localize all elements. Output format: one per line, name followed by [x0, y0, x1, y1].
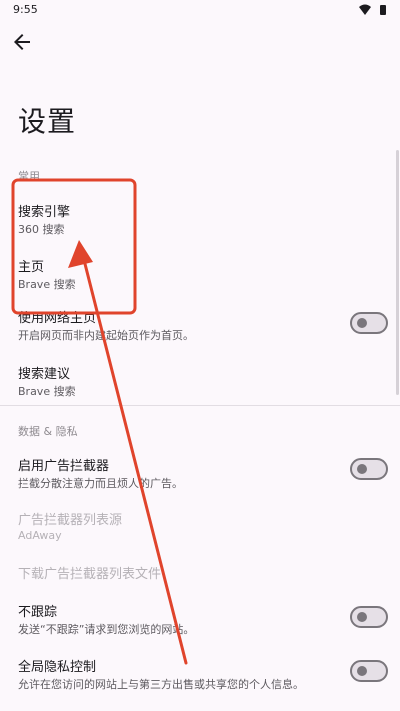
page-title: 设置: [18, 105, 77, 138]
setting-subtitle: 发送“不跟踪”请求到您浏览的网站。: [18, 623, 195, 636]
setting-subtitle: AdAway: [18, 529, 62, 542]
battery-icon: [380, 5, 386, 15]
setting-title: 不跟踪: [18, 605, 58, 620]
setting-use-web-homepage[interactable]: 使用网络主页 开启网页而非内建起始页作为首页。: [0, 307, 400, 343]
setting-title: 下载广告拦截器列表文件: [18, 567, 162, 582]
setting-title: 全局隐私控制: [18, 660, 97, 675]
setting-search-engine[interactable]: 搜索引擎 360 搜索: [0, 201, 400, 237]
use-web-homepage-toggle[interactable]: [350, 312, 388, 334]
status-bar: 9:55: [0, 0, 400, 22]
do-not-track-toggle[interactable]: [350, 606, 388, 628]
toggle-knob: [357, 612, 367, 622]
setting-ad-blocker[interactable]: 启用广告拦截器 拦截分散注意力而且烦人的广告。: [0, 455, 400, 491]
setting-homepage[interactable]: 主页 Brave 搜索: [0, 256, 400, 292]
wifi-icon: [359, 4, 371, 15]
status-icons: [359, 4, 386, 15]
toggle-knob: [357, 464, 367, 474]
setting-title: 主页: [18, 260, 45, 275]
setting-title: 启用广告拦截器: [18, 459, 110, 474]
section-header-general: 常用: [18, 170, 40, 183]
setting-subtitle: 360 搜索: [18, 223, 65, 236]
setting-subtitle: 开启网页而非内建起始页作为首页。: [18, 329, 194, 342]
setting-title: 广告拦截器列表源: [18, 513, 123, 528]
setting-subtitle: 拦截分散注意力而且烦人的广告。: [18, 477, 183, 490]
setting-do-not-track[interactable]: 不跟踪 发送“不跟踪”请求到您浏览的网站。: [0, 601, 400, 637]
setting-search-suggestions[interactable]: 搜索建议 Brave 搜索: [0, 363, 400, 399]
toggle-knob: [357, 666, 367, 676]
global-privacy-toggle[interactable]: [350, 660, 388, 682]
section-divider: [0, 405, 400, 406]
setting-title: 使用网络主页: [18, 311, 97, 326]
status-time: 9:55: [13, 3, 38, 16]
setting-download-ad-list: 下载广告拦截器列表文件: [0, 563, 400, 583]
arrow-back-icon[interactable]: [10, 30, 34, 54]
toggle-knob: [357, 318, 367, 328]
setting-ad-blocker-source: 广告拦截器列表源 AdAway: [0, 509, 400, 545]
annotation-highlight-box: [11, 178, 137, 315]
setting-subtitle: Brave 搜索: [18, 278, 76, 291]
setting-global-privacy-control[interactable]: 全局隐私控制 允许在您访问的网站上与第三方出售或共享您的个人信息。: [0, 656, 400, 692]
scrollbar[interactable]: [396, 150, 399, 395]
ad-blocker-toggle[interactable]: [350, 458, 388, 480]
setting-title: 搜索建议: [18, 367, 71, 382]
setting-subtitle: Brave 搜索: [18, 385, 76, 398]
section-header-privacy: 数据 & 隐私: [18, 425, 78, 438]
setting-subtitle: 允许在您访问的网站上与第三方出售或共享您的个人信息。: [18, 678, 304, 691]
setting-title: 搜索引擎: [18, 205, 71, 220]
